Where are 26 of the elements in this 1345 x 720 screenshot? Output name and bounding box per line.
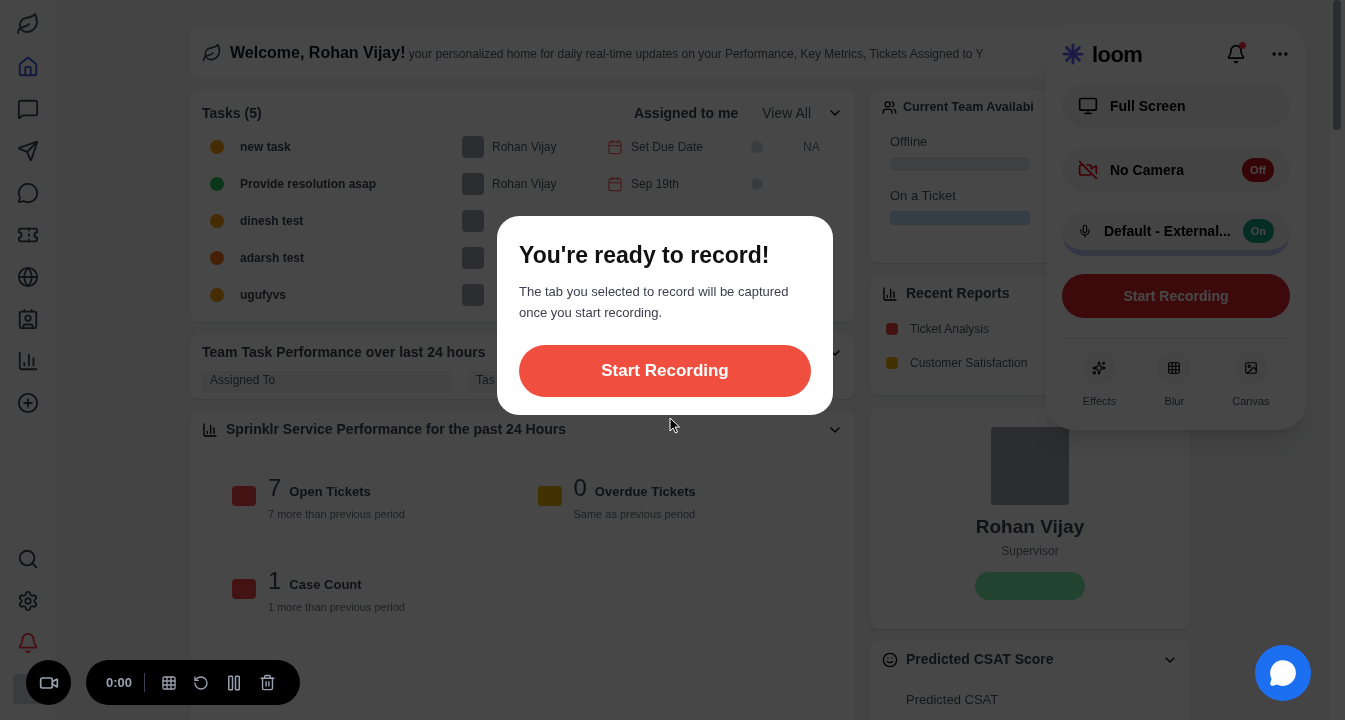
option-label: No Camera	[1110, 160, 1185, 180]
timer: 0:00	[106, 672, 146, 693]
option-label: Full Screen	[1110, 96, 1187, 116]
grid-icon[interactable]	[161, 674, 178, 691]
brand-name: loom	[1092, 40, 1144, 69]
metric-label: Case Count	[289, 575, 362, 594]
card-title: Current Team Availabi	[903, 99, 1034, 116]
metric-label: Overdue Tickets	[594, 483, 696, 501]
metric-label: Open Tickets	[289, 483, 371, 501]
metric-value: 1	[268, 565, 282, 596]
card-title: Team Task Performance over last 24 hours	[202, 343, 486, 362]
option-label: Default - External...	[1103, 221, 1231, 241]
trash-icon[interactable]	[259, 674, 277, 691]
card-title: Tasks (5)	[202, 103, 263, 123]
mouse-cursor-icon	[669, 417, 681, 434]
restart-icon[interactable]	[193, 674, 210, 691]
dialog-message: The tab you selected to record will be captured once you start recording.	[519, 282, 790, 322]
chat-icon	[1269, 659, 1297, 687]
start-recording-button[interactable]: Start Recording	[519, 344, 811, 397]
card-title: Recent Reports	[906, 284, 1010, 303]
card-title: Sprinklr Service Performance for the past 24 Hours	[226, 420, 566, 439]
metric-value: 0	[573, 473, 587, 503]
dialog-title: You're ready to record!	[519, 241, 771, 270]
profile-name: Rohan Vijay	[975, 515, 1085, 539]
card-title: Predicted CSAT Score	[906, 650, 1055, 669]
metric-value: 7	[268, 473, 282, 503]
